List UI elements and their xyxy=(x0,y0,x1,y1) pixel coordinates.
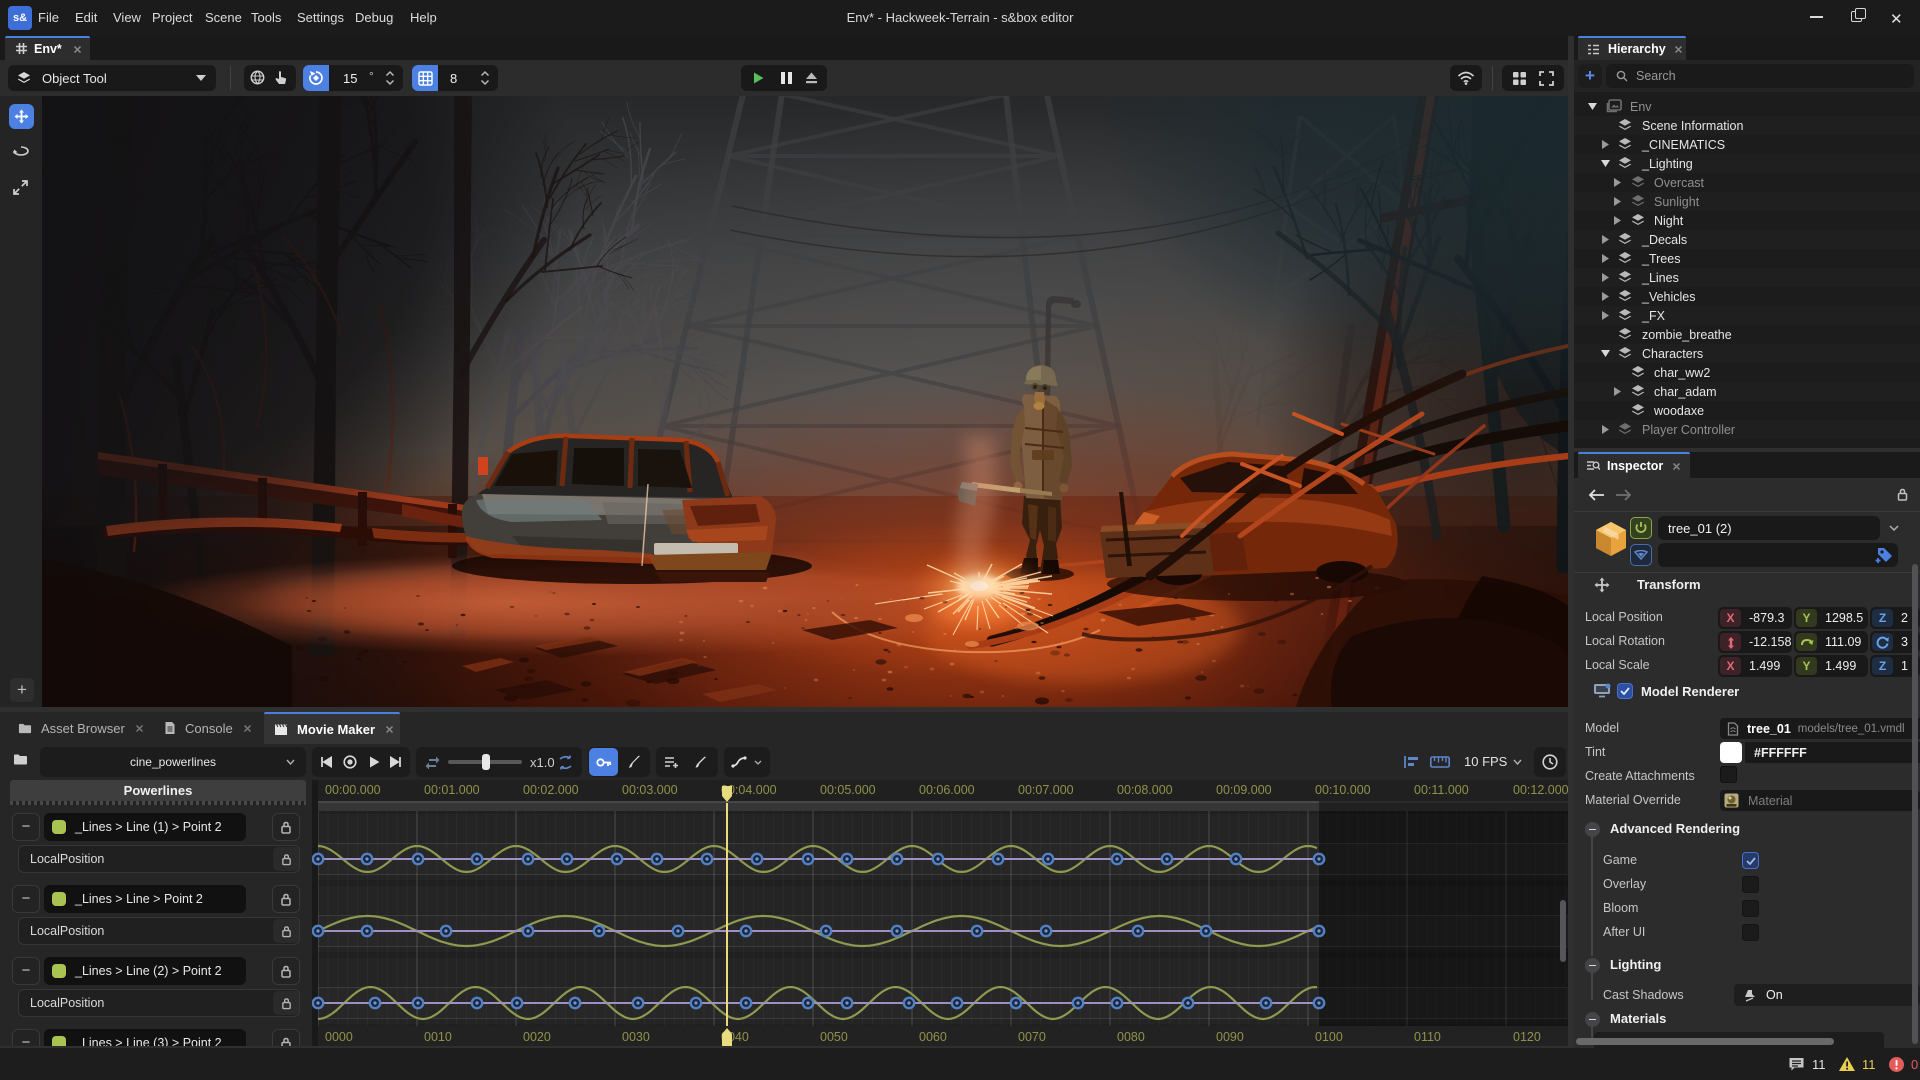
svg-text:00:07.000: 00:07.000 xyxy=(1018,783,1074,797)
svg-text:00:06.000: 00:06.000 xyxy=(919,783,975,797)
svg-text:0120: 0120 xyxy=(1513,1030,1541,1044)
svg-text:00:09.000: 00:09.000 xyxy=(1216,783,1272,797)
svg-text:00:03.000: 00:03.000 xyxy=(622,783,678,797)
svg-text:00:10.000: 00:10.000 xyxy=(1315,783,1371,797)
svg-text:00:12.000: 00:12.000 xyxy=(1513,783,1568,797)
svg-text:0060: 0060 xyxy=(919,1030,947,1044)
svg-text:0020: 0020 xyxy=(523,1030,551,1044)
svg-text:0100: 0100 xyxy=(1315,1030,1343,1044)
svg-text:0030: 0030 xyxy=(622,1030,650,1044)
svg-text:00:08.000: 00:08.000 xyxy=(1117,783,1173,797)
svg-text:00:02.000: 00:02.000 xyxy=(523,783,579,797)
svg-text:00:11.000: 00:11.000 xyxy=(1414,783,1469,797)
svg-text:0070: 0070 xyxy=(1018,1030,1046,1044)
svg-text:0050: 0050 xyxy=(820,1030,848,1044)
svg-text:0090: 0090 xyxy=(1216,1030,1244,1044)
svg-text:0010: 0010 xyxy=(424,1030,452,1044)
svg-text:00:00.000: 00:00.000 xyxy=(325,783,381,797)
svg-text:0110: 0110 xyxy=(1414,1030,1441,1044)
svg-text:00:05.000: 00:05.000 xyxy=(820,783,876,797)
svg-text:00:01.000: 00:01.000 xyxy=(424,783,480,797)
svg-text:0080: 0080 xyxy=(1117,1030,1145,1044)
svg-text:0000: 0000 xyxy=(325,1030,353,1044)
